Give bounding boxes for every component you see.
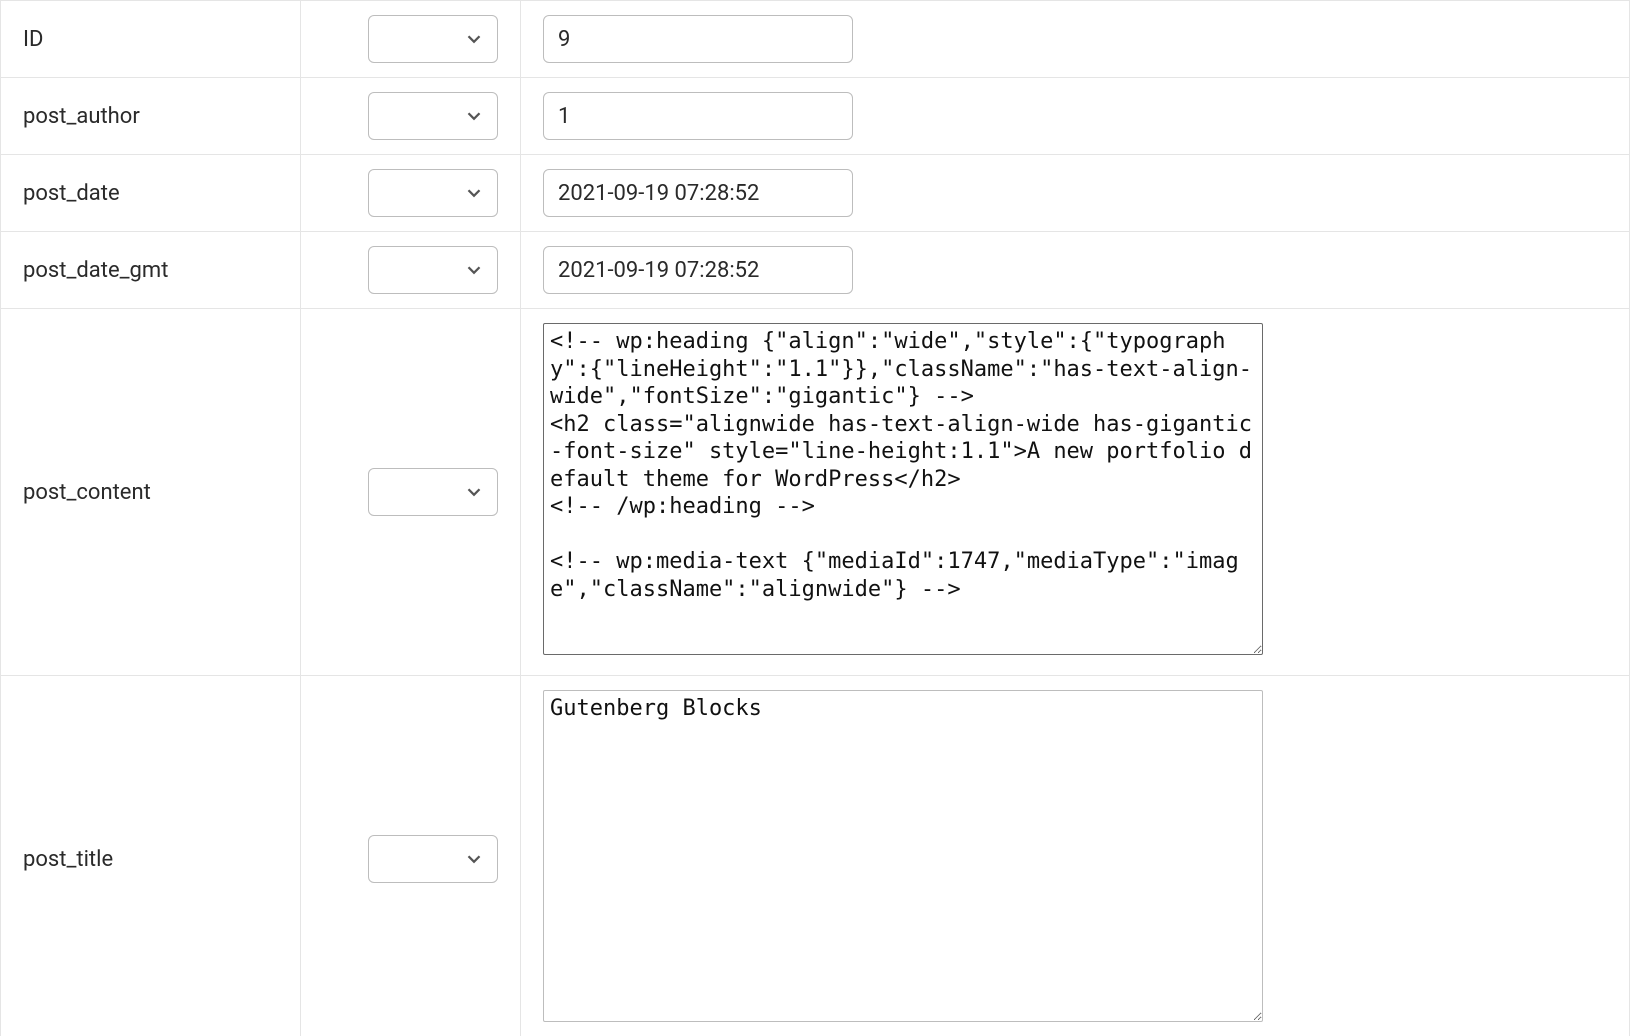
field-label-id: ID bbox=[1, 1, 301, 78]
row-post-title: post_title bbox=[1, 676, 1630, 1036]
chevron-down-icon bbox=[463, 182, 485, 204]
row-id: ID bbox=[1, 1, 1630, 78]
field-label-post-title: post_title bbox=[1, 676, 301, 1036]
value-textarea-post-title[interactable] bbox=[543, 690, 1263, 1022]
row-post-date: post_date bbox=[1, 155, 1630, 232]
chevron-down-icon bbox=[463, 848, 485, 870]
func-select-post-title[interactable] bbox=[368, 835, 498, 883]
func-select-post-content[interactable] bbox=[368, 468, 498, 516]
row-post-author: post_author bbox=[1, 78, 1630, 155]
db-row-editor-table: ID post_author post_date bbox=[0, 0, 1630, 1036]
field-label-post-date-gmt: post_date_gmt bbox=[1, 232, 301, 309]
value-textarea-post-content[interactable] bbox=[543, 323, 1263, 655]
field-label-post-date: post_date bbox=[1, 155, 301, 232]
value-input-post-date-gmt[interactable] bbox=[543, 246, 853, 294]
func-select-id[interactable] bbox=[368, 15, 498, 63]
func-select-post-date-gmt[interactable] bbox=[368, 246, 498, 294]
chevron-down-icon bbox=[463, 259, 485, 281]
chevron-down-icon bbox=[463, 28, 485, 50]
chevron-down-icon bbox=[463, 105, 485, 127]
field-label-post-content: post_content bbox=[1, 309, 301, 676]
row-post-date-gmt: post_date_gmt bbox=[1, 232, 1630, 309]
func-select-post-date[interactable] bbox=[368, 169, 498, 217]
row-post-content: post_content bbox=[1, 309, 1630, 676]
value-input-post-date[interactable] bbox=[543, 169, 853, 217]
chevron-down-icon bbox=[463, 481, 485, 503]
field-label-post-author: post_author bbox=[1, 78, 301, 155]
value-input-post-author[interactable] bbox=[543, 92, 853, 140]
func-select-post-author[interactable] bbox=[368, 92, 498, 140]
value-input-id[interactable] bbox=[543, 15, 853, 63]
